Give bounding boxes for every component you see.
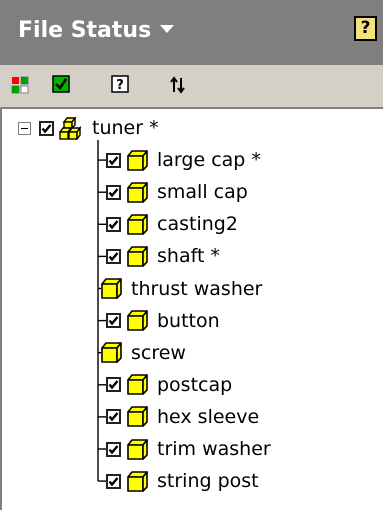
checkmark-icon xyxy=(108,187,119,198)
visibility-checkbox[interactable] xyxy=(106,441,121,457)
visibility-checkbox[interactable] xyxy=(106,184,121,200)
part-icon xyxy=(101,278,122,299)
panel-header: File Status ? xyxy=(0,0,383,65)
tree-node-part[interactable]: screw xyxy=(100,338,186,368)
visibility-checkbox[interactable] xyxy=(106,313,121,329)
visibility-checkbox[interactable] xyxy=(39,120,54,136)
visibility-checkbox[interactable] xyxy=(106,248,121,264)
refresh-icon xyxy=(170,76,185,94)
checkmark-icon xyxy=(41,123,52,133)
visibility-checkbox[interactable] xyxy=(106,473,121,489)
part-icon xyxy=(101,342,122,363)
header-title-label: File Status xyxy=(18,18,152,43)
query-button[interactable]: ? xyxy=(108,65,138,105)
tree-node-root[interactable]: tuner * xyxy=(39,113,159,143)
part-icon xyxy=(127,406,148,428)
node-label[interactable]: tuner * xyxy=(92,113,159,143)
part-icon xyxy=(127,470,148,492)
tree-node-part[interactable]: large cap * xyxy=(106,145,261,175)
part-icon xyxy=(127,374,148,396)
node-label[interactable]: thrust washer xyxy=(131,274,262,304)
node-label[interactable]: screw xyxy=(131,338,186,368)
help-button[interactable]: ? xyxy=(354,16,377,41)
part-icon xyxy=(127,181,148,203)
checkmark-icon xyxy=(108,476,119,486)
part-icon xyxy=(127,438,148,460)
checkmark-icon xyxy=(108,444,119,454)
checkmark-icon xyxy=(52,75,70,93)
collapse-toggle[interactable] xyxy=(18,122,31,135)
node-label[interactable]: small cap xyxy=(157,177,248,207)
status-grid-button[interactable] xyxy=(10,65,40,105)
tree-node-part[interactable]: trim washer xyxy=(106,434,271,464)
toolbar: ? xyxy=(0,65,383,107)
tree-node-part[interactable]: button xyxy=(106,306,220,336)
assembly-icon xyxy=(59,116,82,140)
node-label[interactable]: large cap * xyxy=(157,145,261,175)
visibility-checkbox[interactable] xyxy=(106,216,121,232)
visibility-checkbox[interactable] xyxy=(106,409,121,425)
checkmark-icon xyxy=(108,252,119,262)
visibility-checkbox[interactable] xyxy=(106,377,121,393)
file-status-tree: tuner * large cap * small cap casting2 shaft… xyxy=(0,107,383,510)
checkmark-icon xyxy=(108,380,119,390)
checkmark-icon xyxy=(108,155,119,165)
node-label[interactable]: casting2 xyxy=(157,209,238,239)
node-label[interactable]: string post xyxy=(157,466,259,496)
node-label[interactable]: postcap xyxy=(157,370,232,400)
node-label[interactable]: hex sleeve xyxy=(157,402,259,432)
tree-node-part[interactable]: hex sleeve xyxy=(106,402,259,432)
node-label[interactable]: trim washer xyxy=(157,434,271,464)
query-icon: ? xyxy=(111,75,129,93)
node-label[interactable]: shaft * xyxy=(157,241,220,271)
dropdown-arrow-icon xyxy=(160,25,175,33)
tree-node-part[interactable]: postcap xyxy=(106,370,232,400)
part-icon xyxy=(127,149,148,171)
refresh-button[interactable] xyxy=(165,65,195,105)
svg-text:?: ? xyxy=(116,78,124,93)
part-icon xyxy=(127,310,148,331)
tree-node-part[interactable]: thrust washer xyxy=(100,274,262,304)
tree-node-part[interactable]: casting2 xyxy=(106,209,238,239)
status-grid-icon xyxy=(11,76,29,94)
checkmark-icon xyxy=(108,220,119,230)
visibility-checkbox[interactable] xyxy=(106,152,121,168)
file-status-dropdown[interactable]: File Status xyxy=(18,17,175,45)
tree-node-part[interactable]: string post xyxy=(106,466,259,496)
part-icon xyxy=(127,213,148,235)
checkmark-icon xyxy=(108,412,119,422)
part-icon xyxy=(127,246,148,267)
tree-node-part[interactable]: shaft * xyxy=(106,241,220,271)
tree-node-part[interactable]: small cap xyxy=(106,177,248,207)
checkmark-icon xyxy=(108,316,119,326)
node-label[interactable]: button xyxy=(157,306,220,336)
checkmark-button[interactable] xyxy=(50,65,80,105)
